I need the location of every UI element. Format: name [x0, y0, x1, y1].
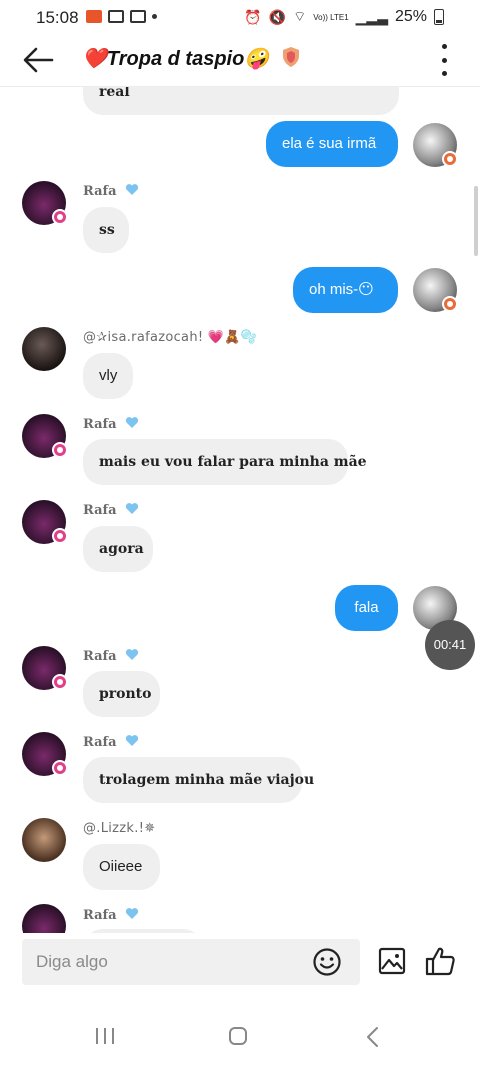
sender-name: Rafa [83, 648, 139, 664]
sender-name: Rafa [83, 416, 139, 432]
message-bubble-outgoing[interactable]: ela é sua irmã [266, 121, 398, 167]
avatar[interactable] [22, 904, 66, 933]
sender-name-text: Rafa [83, 649, 117, 664]
sender-name: Rafa [83, 502, 139, 518]
message-bubble[interactable]: pronto [83, 671, 160, 717]
back-icon[interactable] [366, 1026, 380, 1048]
heart-icon [125, 908, 139, 919]
badge-icon [52, 209, 68, 225]
network-label: Vo)) LTE1 [313, 12, 349, 22]
sender-name: Rafa [83, 183, 139, 199]
system-indicators: ⏰ 🔇 ⌔ Vo)) LTE1 ▁▂▃ 25% [244, 8, 444, 26]
chat-title-text: ❤️Tropa d taspio🤪 [82, 48, 270, 70]
message-bubble[interactable]: Oiieee [83, 844, 160, 890]
notification-icons [86, 10, 157, 23]
recents-icon[interactable] [94, 1027, 116, 1045]
scrollbar[interactable] [474, 186, 478, 256]
sender-name-text: Rafa [83, 735, 117, 750]
message-bubble[interactable]: trolagem minha mãe viajou [83, 757, 314, 803]
message-input[interactable] [22, 939, 360, 985]
kebab-icon[interactable] [438, 44, 450, 76]
recording-timer[interactable]: 00:41 [425, 620, 475, 670]
sender-name-text: Rafa [83, 503, 117, 518]
badge-icon [52, 442, 68, 458]
sender-name-text: Rafa [83, 184, 117, 199]
dot-icon [152, 14, 157, 19]
chat-header: ❤️Tropa d taspio🤪 [0, 36, 480, 87]
heart-icon [125, 417, 139, 428]
message-list[interactable]: real ela é sua irmã Rafa ss oh mis-😶 @✰i… [0, 87, 480, 933]
video-notification-icon [86, 10, 102, 23]
message-bubble-outgoing[interactable]: oh mis-😶 [293, 267, 398, 313]
alarm-icon: ⏰ [244, 8, 262, 25]
badge-icon [52, 760, 68, 776]
shield-icon [282, 47, 299, 67]
message-bubble[interactable]: real [83, 87, 399, 115]
sender-name: Rafa [83, 734, 139, 750]
emoji-icon[interactable] [312, 947, 342, 977]
sender-name: @.Lizzk.!✵ [83, 821, 156, 836]
sender-name-text: Rafa [83, 908, 117, 923]
status-time: 15:08 [36, 8, 79, 27]
mute-icon: 🔇 [268, 8, 287, 25]
sender-name-text: Rafa [83, 417, 117, 432]
heart-icon [125, 503, 139, 514]
home-icon[interactable] [228, 1026, 248, 1046]
message-bubble[interactable]: mais eu vou falar para minha mãe [83, 439, 367, 485]
gallery-notification-icon [108, 10, 124, 23]
battery-icon [434, 9, 444, 25]
arrow-left-icon[interactable] [20, 44, 56, 76]
wifi-icon: ⌔ [293, 8, 307, 24]
avatar[interactable] [22, 818, 66, 862]
message-bubble[interactable]: ss [83, 207, 129, 253]
heart-icon [125, 735, 139, 746]
message-composer [0, 933, 480, 995]
thumbs-up-icon[interactable] [424, 945, 456, 977]
capcut-notification-icon [130, 10, 146, 23]
status-bar: 15:08 ⏰ 🔇 ⌔ Vo)) LTE1 ▁▂▃ 25% [0, 0, 480, 36]
message-bubble[interactable]: vly [83, 353, 133, 399]
heart-icon [125, 184, 139, 195]
badge-icon [52, 674, 68, 690]
badge-icon [52, 528, 68, 544]
sender-name: Rafa [83, 907, 139, 923]
system-navbar [0, 995, 480, 1066]
badge-icon [442, 151, 458, 167]
chat-title[interactable]: ❤️Tropa d taspio🤪 [82, 46, 301, 71]
image-icon[interactable] [378, 947, 406, 975]
avatar[interactable] [22, 327, 66, 371]
message-bubble[interactable]: agora [83, 526, 153, 572]
message-bubble-outgoing[interactable]: fala [335, 585, 398, 631]
heart-icon [125, 649, 139, 660]
badge-icon [442, 296, 458, 312]
battery-percent: 25% [394, 8, 427, 25]
signal-icon: ▁▂▃ [355, 8, 388, 25]
sender-name: @✰isa.rafazocah! 💗🧸🫧 [83, 330, 258, 345]
